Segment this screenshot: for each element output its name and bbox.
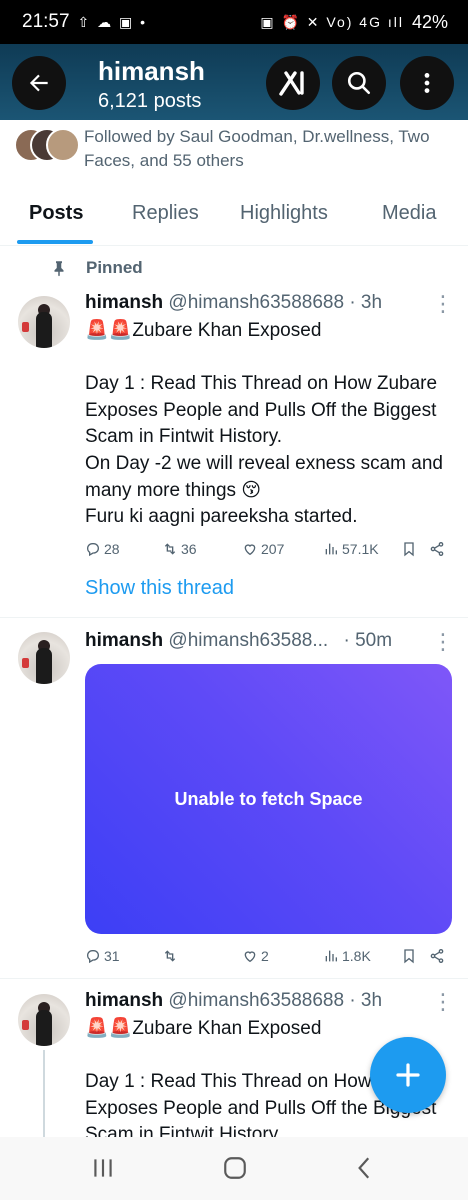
profile-tabs: Posts Replies Highlights Media — [0, 182, 468, 246]
heart-icon — [244, 544, 256, 556]
author-name[interactable]: himansh — [85, 630, 163, 651]
views-icon — [325, 543, 337, 555]
profile-header: himansh 6,121 posts — [0, 44, 468, 120]
bookmark-icon — [404, 949, 414, 964]
like-button[interactable]: 2 — [242, 948, 269, 964]
share-button[interactable] — [429, 948, 445, 964]
reply-icon — [87, 543, 99, 557]
android-navigation-bar — [0, 1137, 468, 1200]
author-avatar[interactable] — [18, 994, 70, 1046]
home-icon — [224, 1157, 246, 1179]
repost-button[interactable] — [162, 948, 181, 964]
tweet-time: · 3h — [349, 990, 383, 1011]
more-options-button[interactable] — [400, 56, 454, 110]
tab-highlights[interactable]: Highlights — [240, 202, 328, 225]
pinned-indicator: Pinned — [50, 258, 143, 278]
views-button[interactable]: 57.1K — [323, 541, 379, 557]
pin-icon — [54, 261, 64, 277]
reply-button[interactable]: 31 — [85, 948, 120, 964]
grok-icon — [279, 71, 304, 96]
active-tab-indicator — [17, 240, 93, 244]
like-count: 207 — [261, 541, 285, 557]
system-status-icons: ▣ ⏰ ✕ Vo) 4G ıll — [260, 13, 404, 30]
tweet-divider — [0, 617, 468, 618]
follower-avatar — [46, 128, 80, 162]
nav-back-button[interactable] — [352, 1155, 378, 1186]
status-bar: 21:57 ⇧ ☁ ▣ • ▣ ⏰ ✕ Vo) 4G ıll 42% — [0, 0, 468, 44]
view-count: 57.1K — [342, 541, 379, 557]
like-button[interactable]: 207 — [242, 541, 284, 557]
share-icon — [430, 542, 444, 556]
share-button[interactable] — [429, 541, 445, 557]
tweet-divider — [0, 978, 468, 979]
search-icon — [347, 71, 371, 95]
tweet-more-icon[interactable]: ⋮ — [432, 293, 454, 315]
bookmark-button[interactable] — [401, 948, 417, 964]
like-count: 2 — [261, 948, 269, 964]
follower-avatars — [14, 128, 80, 164]
repost-count: 36 — [181, 541, 197, 557]
tweet-time: · 50m — [343, 630, 393, 651]
reply-button[interactable]: 28 — [85, 541, 120, 557]
reply-icon — [87, 950, 99, 964]
tweet-text[interactable]: 🚨🚨Zubare Khan Exposed Day 1 : Read This … — [85, 318, 455, 531]
status-time: 21:57 — [22, 11, 70, 32]
author-name[interactable]: himansh — [85, 292, 163, 313]
recent-apps-button[interactable] — [90, 1155, 116, 1186]
tweet-author-row: himansh @himansh63588... · 50m — [85, 630, 392, 652]
tweet-actions: 31 2 1.8K — [85, 948, 455, 970]
notification-icons: ⇧ ☁ ▣ • — [77, 13, 148, 30]
back-arrow-icon — [29, 74, 48, 92]
share-icon — [430, 949, 444, 963]
author-handle[interactable]: @himansh63588... — [168, 630, 328, 651]
tab-replies[interactable]: Replies — [132, 202, 199, 225]
tweet-actions: 28 36 207 57.1K — [85, 541, 455, 563]
views-button[interactable]: 1.8K — [323, 948, 371, 964]
tweet-more-icon[interactable]: ⋮ — [432, 631, 454, 653]
bookmark-button[interactable] — [401, 541, 417, 557]
search-button[interactable] — [332, 56, 386, 110]
home-button[interactable] — [222, 1155, 248, 1186]
chevron-left-icon — [358, 1157, 370, 1179]
tweet-more-icon[interactable]: ⋮ — [432, 991, 454, 1013]
followed-by-text: Followed by Saul Goodman, Dr.wellness, T… — [84, 127, 430, 170]
repost-icon — [164, 543, 176, 555]
show-thread-link[interactable]: Show this thread — [85, 577, 234, 600]
author-name[interactable]: himansh — [85, 990, 163, 1011]
bookmark-icon — [404, 542, 414, 557]
author-handle[interactable]: @himansh63588688 — [168, 990, 344, 1011]
profile-name: himansh — [98, 56, 205, 86]
tweet-time: · 3h — [349, 292, 383, 313]
thread-connector-line — [43, 1050, 45, 1140]
tweet-author-row: himansh @himansh63588688 · 3h — [85, 292, 382, 314]
pinned-label: Pinned — [86, 258, 143, 277]
views-icon — [325, 950, 337, 962]
tab-posts[interactable]: Posts — [29, 202, 83, 225]
tab-media[interactable]: Media — [382, 202, 436, 225]
space-card[interactable]: Unable to fetch Space — [85, 664, 452, 934]
reply-count: 31 — [104, 948, 120, 964]
reply-count: 28 — [104, 541, 120, 557]
grok-button[interactable] — [266, 56, 320, 110]
author-handle[interactable]: @himansh63588688 — [168, 292, 344, 313]
repost-button[interactable]: 36 — [162, 541, 197, 557]
space-card-message: Unable to fetch Space — [174, 788, 363, 809]
compose-post-button[interactable] — [370, 1037, 446, 1113]
tweet-author-row: himansh @himansh63588688 · 3h — [85, 990, 382, 1012]
post-count: 6,121 posts — [98, 90, 202, 112]
back-button[interactable] — [12, 56, 66, 110]
author-avatar[interactable] — [18, 296, 70, 348]
heart-icon — [244, 951, 256, 963]
battery-level: 42% — [411, 11, 448, 32]
plus-icon — [396, 1063, 420, 1087]
followed-by-section[interactable]: Followed by Saul Goodman, Dr.wellness, T… — [0, 120, 468, 176]
more-vertical-icon — [424, 73, 430, 93]
recent-apps-icon — [94, 1159, 112, 1177]
repost-icon — [164, 950, 176, 962]
author-avatar[interactable] — [18, 632, 70, 684]
view-count: 1.8K — [342, 948, 371, 964]
